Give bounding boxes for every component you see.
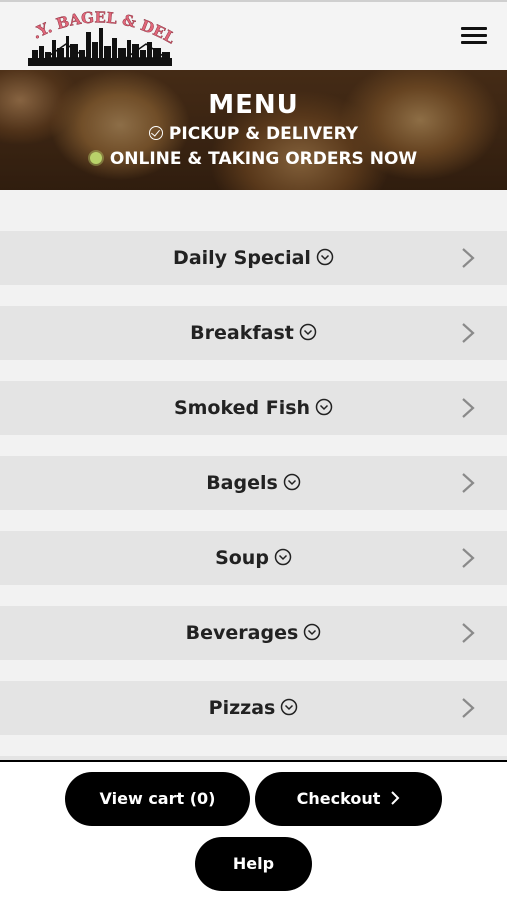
category-bagels[interactable]: Bagels	[0, 456, 507, 510]
chevron-down-circle-icon	[304, 623, 321, 640]
hamburger-menu-button[interactable]	[461, 24, 487, 46]
category-smoked-fish[interactable]: Smoked Fish	[0, 381, 507, 435]
category-soup[interactable]: Soup	[0, 531, 507, 585]
category-pizzas[interactable]: Pizzas	[0, 681, 507, 735]
view-cart-label: View cart (0)	[99, 789, 216, 808]
chevron-down-circle-icon	[274, 548, 292, 565]
category-beverages[interactable]: Beverages	[0, 606, 507, 660]
chevron-right-icon	[462, 398, 475, 418]
category-label: Bagels	[206, 472, 278, 494]
category-label-row: Soup	[0, 531, 507, 585]
chevron-right-icon	[462, 323, 475, 343]
category-label: Daily Special	[173, 247, 311, 269]
chevron-down-circle-icon	[281, 698, 298, 715]
hero-status-line: ONLINE & TAKING ORDERS NOW	[0, 149, 507, 169]
check-circle-icon	[148, 126, 163, 140]
hamburger-icon	[461, 27, 487, 30]
chevron-right-icon	[462, 548, 475, 568]
hamburger-icon-line	[461, 41, 487, 44]
category-label-row: Daily Special	[0, 231, 507, 285]
category-label: Smoked Fish	[173, 397, 311, 419]
site-header: N.Y. BAGEL & DELI	[0, 0, 507, 70]
help-button[interactable]: Help	[195, 837, 312, 891]
chevron-down-circle-icon	[299, 323, 317, 340]
chevron-right-icon	[391, 790, 400, 805]
chevron-right-icon	[462, 248, 475, 268]
help-label: Help	[232, 854, 275, 873]
chevron-right-icon	[462, 623, 475, 643]
online-status-dot-icon	[89, 152, 102, 164]
checkout-label: Checkout	[296, 789, 381, 808]
chevron-right-icon	[462, 473, 475, 493]
category-label: Pizzas	[208, 697, 276, 719]
hero-pickup-text: PICKUP & DELIVERY	[168, 124, 359, 144]
hamburger-icon-line	[461, 34, 487, 37]
category-label-row: Beverages	[0, 606, 507, 660]
category-label-row: Smoked Fish	[0, 381, 507, 435]
chevron-down-circle-icon	[316, 248, 334, 265]
category-label: Soup	[215, 547, 269, 569]
category-label-row: Breakfast	[0, 306, 507, 360]
footer-action-bar: View cart (0) Checkout Help	[0, 760, 507, 902]
hero-banner: MENU PICKUP & DELIVERY ONLINE & TAKING O…	[0, 70, 507, 190]
logo[interactable]: N.Y. BAGEL & DELI	[19, 0, 179, 68]
hero-status-text: ONLINE & TAKING ORDERS NOW	[109, 149, 418, 169]
view-cart-button[interactable]: View cart (0)	[65, 772, 250, 826]
checkout-button[interactable]: Checkout	[255, 772, 442, 826]
category-label-row: Bagels	[0, 456, 507, 510]
chevron-right-icon	[462, 698, 475, 718]
category-label: Beverages	[185, 622, 299, 644]
logo-graphic: N.Y. BAGEL & DELI	[19, 0, 179, 66]
hero-title: MENU	[208, 90, 299, 120]
category-label: Breakfast	[190, 322, 294, 344]
chevron-down-circle-icon	[283, 473, 301, 490]
category-daily-special[interactable]: Daily Special	[0, 231, 507, 285]
category-breakfast[interactable]: Breakfast	[0, 306, 507, 360]
chevron-down-circle-icon	[315, 398, 333, 415]
hero-pickup-line: PICKUP & DELIVERY	[0, 124, 507, 144]
category-label-row: Pizzas	[0, 681, 507, 735]
